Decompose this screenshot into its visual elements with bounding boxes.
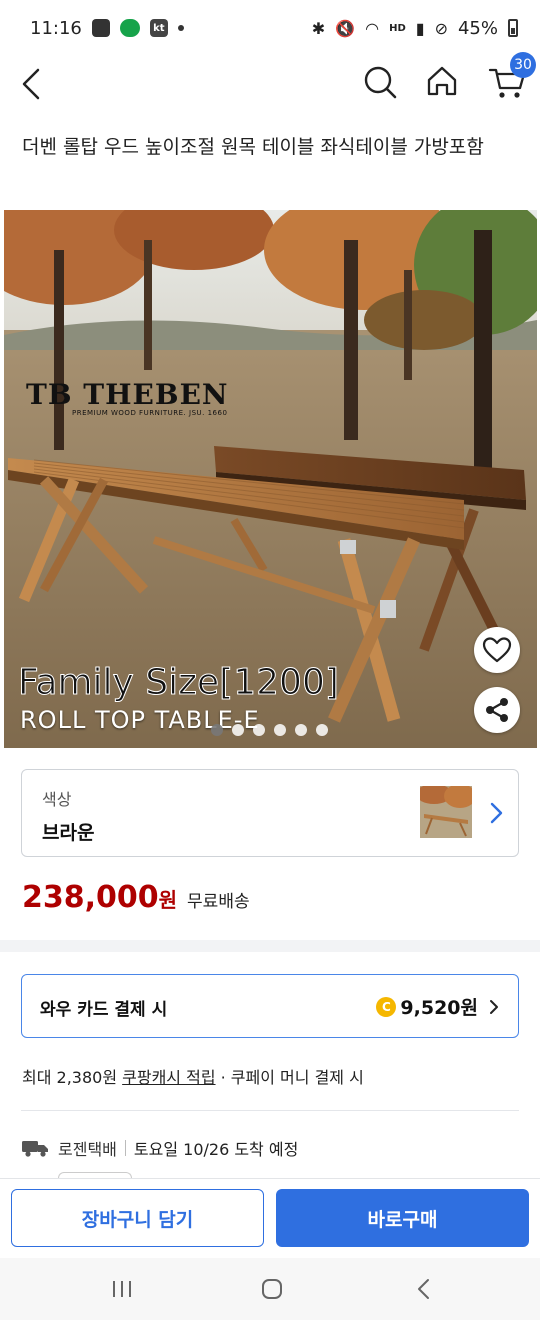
contacts-notification-icon: [91, 19, 110, 37]
more-notifications-dot-icon: [177, 25, 184, 31]
add-to-cart-button[interactable]: 장바구니 담기: [11, 1189, 264, 1247]
app-header: 30: [0, 52, 540, 116]
recent-apps-icon: [113, 1281, 131, 1297]
cashback-suffix: · 쿠페이 머니 결제 시: [215, 1068, 364, 1087]
cart-button[interactable]: 30: [486, 52, 536, 104]
buy-now-button[interactable]: 바로구매: [276, 1189, 529, 1247]
cashback-prefix: 최대 2,380원: [22, 1068, 123, 1087]
home-button[interactable]: [420, 60, 464, 104]
chevron-right-icon: [490, 999, 498, 1014]
chevron-left-icon: [22, 68, 40, 100]
share-icon: [486, 698, 508, 722]
cart-count-badge: 30: [510, 52, 536, 78]
system-navigation-bar: [0, 1258, 540, 1320]
search-icon: [364, 66, 397, 99]
wishlist-button[interactable]: [474, 627, 520, 673]
section-divider: [0, 940, 540, 952]
chevron-right-icon: [490, 802, 503, 824]
option-value: 브라운: [42, 822, 95, 844]
brand-subtitle: PREMIUM WOOD FURNITURE. JSU. 1660: [72, 409, 228, 417]
carousel-dot[interactable]: [295, 724, 307, 736]
home-icon: [427, 66, 457, 96]
carousel-dot[interactable]: [274, 724, 286, 736]
coupang-cash-link[interactable]: 쿠팡캐시 적립: [122, 1068, 215, 1087]
heart-icon: [482, 637, 512, 663]
battery-percent: 45%: [457, 17, 498, 39]
image-headline: Family Size[1200]: [18, 662, 340, 704]
brand-logo: TB THEBEN PREMIUM WOOD FURNITURE. JSU. 1…: [26, 378, 229, 417]
delivery-info: 로젠택배 토요일 10/26 도착 예정: [22, 1136, 298, 1160]
color-option-selector[interactable]: 색상 브라운: [21, 769, 519, 857]
wifi-icon: ◠: [365, 18, 380, 38]
courier-name: 로젠택배: [58, 1140, 117, 1159]
battery-icon: [508, 19, 518, 37]
purchase-action-bar: 장바구니 담기 바로구매: [0, 1178, 540, 1258]
price-currency: 원: [158, 888, 178, 912]
home-nav-button[interactable]: [252, 1274, 292, 1304]
wow-card-label: 와우 카드 결제 시: [40, 1000, 168, 1020]
kt-notification-icon: kt: [149, 19, 168, 37]
carousel-dot[interactable]: [232, 724, 244, 736]
price-row: 238,000 원 무료배송: [22, 880, 250, 915]
recent-apps-button[interactable]: [102, 1274, 142, 1304]
carousel-dot[interactable]: [211, 724, 223, 736]
share-button[interactable]: [474, 687, 520, 733]
home-circle-icon: [262, 1279, 282, 1299]
status-bar: 11:16 kt ✱ 🔇 ◠ HD ▮ ⊘ 45%: [0, 0, 540, 56]
option-label: 색상: [42, 790, 72, 809]
carousel-dot[interactable]: [316, 724, 328, 736]
back-nav-button[interactable]: [404, 1274, 444, 1304]
dnd-icon: ⊘: [434, 18, 448, 38]
back-button[interactable]: [16, 62, 56, 106]
brand-mark: TB: [26, 378, 73, 411]
coupang-cash-coin-icon: C: [376, 996, 397, 1017]
search-button[interactable]: [358, 60, 402, 104]
wow-card-amount: 9,520원: [400, 997, 478, 1019]
delivery-eta: 토요일 10/26 도착 예정: [133, 1140, 299, 1159]
divider: [21, 1110, 519, 1111]
coupang-notification-icon: [119, 19, 140, 37]
carousel-indicator: [211, 724, 328, 736]
carousel-dot[interactable]: [253, 724, 265, 736]
product-image-carousel[interactable]: TB THEBEN PREMIUM WOOD FURNITURE. JSU. 1…: [4, 210, 537, 748]
shipping-label: 무료배송: [187, 892, 250, 912]
price-amount: 238,000: [22, 880, 159, 915]
product-title: 더벤 롤탑 우드 높이조절 원목 테이블 좌식테이블 가방포함: [22, 136, 484, 158]
option-thumbnail: [420, 786, 472, 838]
mute-icon: 🔇: [335, 18, 356, 38]
signal-icon: ▮: [415, 18, 425, 38]
wow-card-benefit[interactable]: 와우 카드 결제 시 C 9,520원: [21, 974, 519, 1038]
cashback-info: 최대 2,380원 쿠팡캐시 적립 · 쿠페이 머니 결제 시: [22, 1064, 364, 1088]
brand-name: THEBEN: [83, 378, 229, 411]
status-time: 11:16: [30, 17, 82, 39]
truck-icon: [22, 1141, 48, 1157]
bluetooth-icon: ✱: [311, 18, 326, 38]
back-arrow-icon: [418, 1279, 429, 1299]
separator: [124, 1140, 126, 1156]
hd-voice-icon: HD: [389, 22, 406, 34]
